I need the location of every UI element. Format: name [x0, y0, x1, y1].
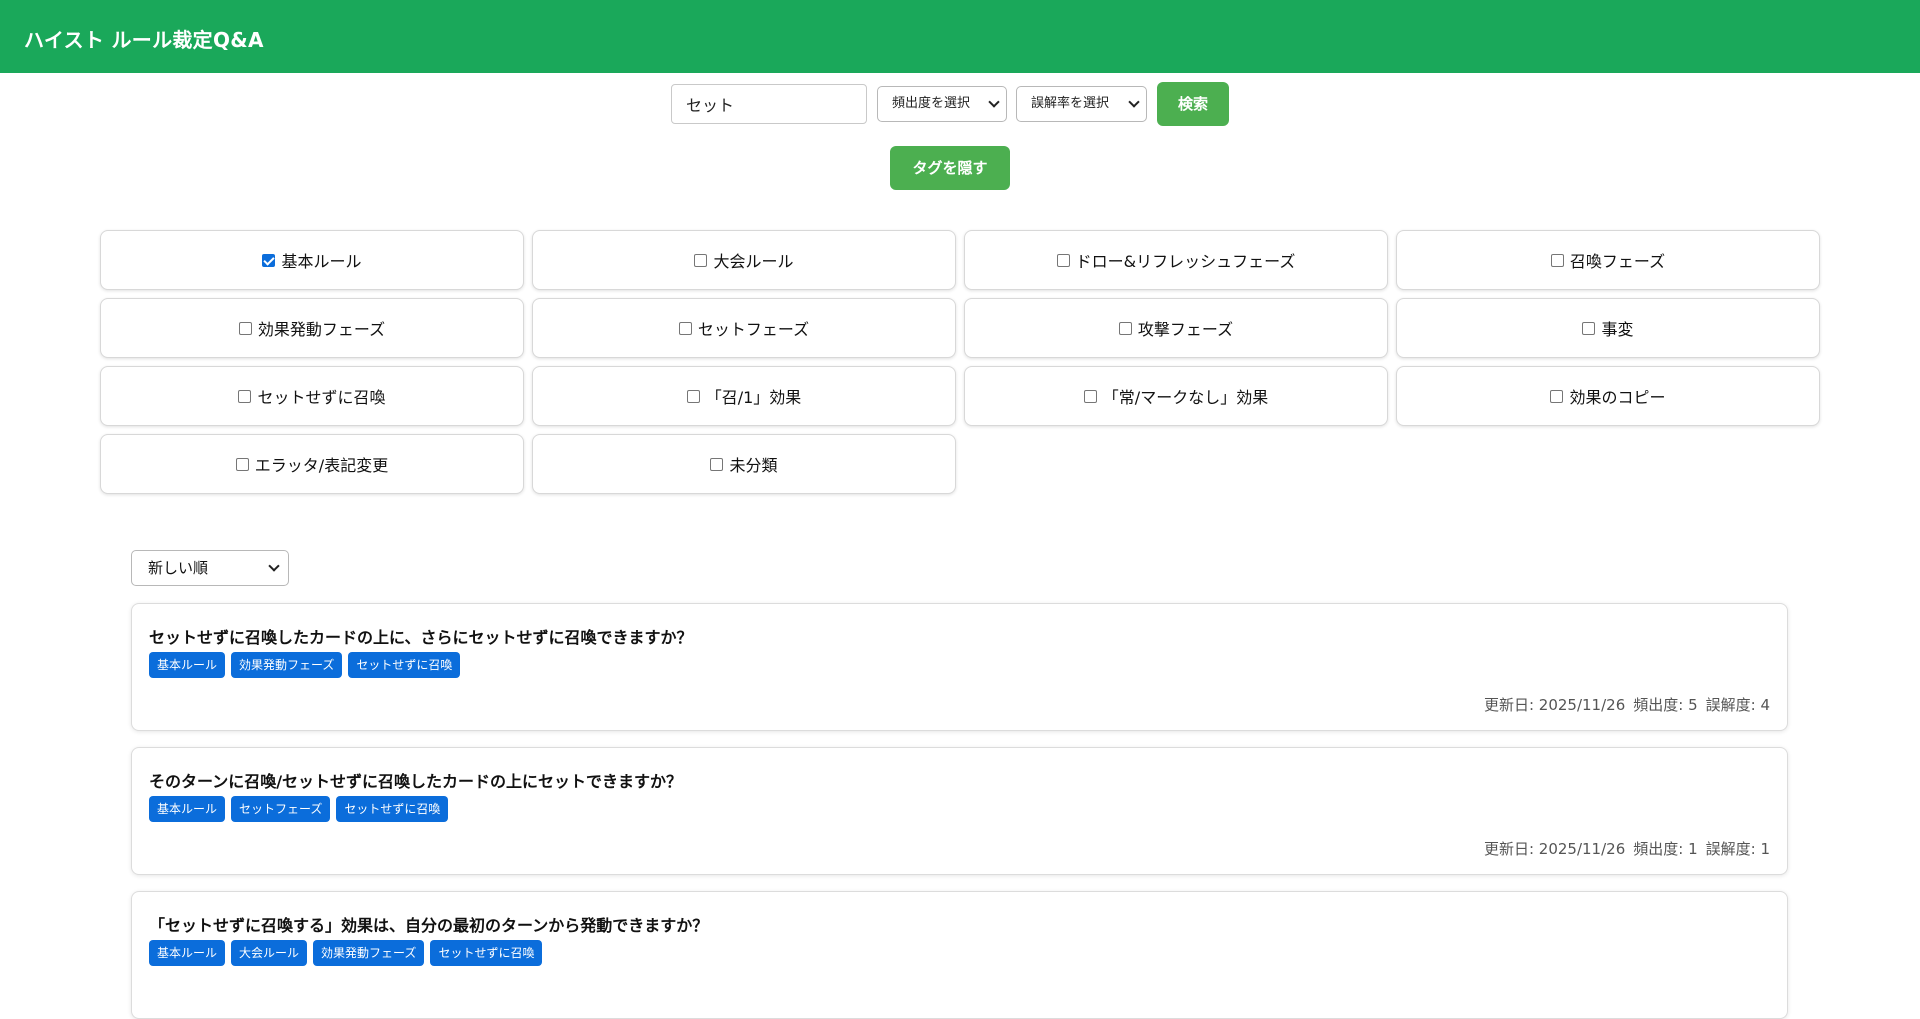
tag-pill[interactable]: 基本ルール [149, 940, 226, 966]
page-title: ハイスト ルール裁定Q&A [24, 28, 264, 52]
tag-filter[interactable]: 効果発動フェーズ [100, 298, 524, 358]
tag-pill[interactable]: 大会ルール [231, 940, 308, 966]
chevron-down-icon [1128, 96, 1140, 108]
tag-filter[interactable]: ドロー&リフレッシュフェーズ [964, 230, 1388, 290]
tag-pill[interactable]: 基本ルール [149, 652, 226, 678]
tag-filter-label: ドロー&リフレッシュフェーズ [1075, 252, 1296, 271]
tag-filter-label: 事変 [1601, 320, 1634, 339]
tag-filter-label: 未分類 [729, 456, 778, 475]
tag-filter-label: 攻撃フェーズ [1137, 320, 1234, 339]
hide-tags-button[interactable]: タグを隠す [890, 146, 1010, 190]
tag-filter-label: 「召/1」効果 [705, 388, 802, 407]
updated-date: 更新日: 2025/11/26 [1483, 696, 1626, 714]
checkbox[interactable] [1550, 253, 1564, 267]
frequency-select[interactable]: 頻出度を選択 [877, 86, 1007, 122]
qa-question: セットせずに召喚したカードの上に、さらにセットせずに召喚できますか？ [149, 628, 693, 647]
checkbox[interactable] [238, 321, 252, 335]
misread-select-value: 誤解率を選択 [1031, 96, 1110, 111]
tag-filter-label: 効果発動フェーズ [257, 320, 386, 339]
tag-filter[interactable]: 「召/1」効果 [532, 366, 956, 426]
search-input[interactable] [671, 84, 867, 124]
tag-filter[interactable]: 効果のコピー [1396, 366, 1820, 426]
chevron-down-icon [988, 96, 1000, 108]
tag-filter[interactable]: 基本ルール [100, 230, 524, 290]
checkbox[interactable] [678, 321, 692, 335]
qa-card[interactable]: そのターンに召喚/セットせずに召喚したカードの上にセットできますか？ 基本ルール… [131, 747, 1788, 875]
sort-select-value: 新しい順 [148, 559, 209, 577]
frequency-value: 頻出度: 5 [1633, 696, 1698, 714]
tag-pill[interactable]: セットせずに召喚 [336, 796, 449, 822]
tag-pill[interactable]: 基本ルール [149, 796, 226, 822]
sort-select[interactable]: 新しい順 [131, 550, 289, 586]
tag-filter[interactable]: 事変 [1396, 298, 1820, 358]
frequency-select-value: 頻出度を選択 [892, 96, 971, 111]
tag-pill[interactable]: セットフェーズ [231, 796, 331, 822]
misread-select[interactable]: 誤解率を選択 [1016, 86, 1147, 122]
checkbox[interactable] [1083, 389, 1097, 403]
tag-filter[interactable]: セットせずに召喚 [100, 366, 524, 426]
qa-tag-list: 基本ルール 効果発動フェーズ セットせずに召喚 [149, 652, 461, 678]
qa-tag-list: 基本ルール セットフェーズ セットせずに召喚 [149, 796, 449, 822]
tag-pill[interactable]: セットせずに召喚 [430, 940, 543, 966]
qa-meta: 更新日: 2025/11/26 頻出度: 5 誤解度: 4 [1484, 694, 1770, 715]
qa-meta: 更新日: 2025/11/26 頻出度: 1 誤解度: 1 [1484, 838, 1770, 859]
qa-card[interactable]: セットせずに召喚したカードの上に、さらにセットせずに召喚できますか？ 基本ルール… [131, 603, 1788, 731]
tag-filter[interactable]: セットフェーズ [532, 298, 956, 358]
tag-filter-label: 効果のコピー [1569, 388, 1666, 407]
misread-value: 誤解度: 4 [1705, 696, 1770, 714]
checkbox[interactable] [238, 389, 252, 403]
qa-question: そのターンに召喚/セットせずに召喚したカードの上にセットできますか？ [149, 772, 683, 791]
tag-filter-label: セットフェーズ [697, 320, 810, 339]
tag-filter-label: 召喚フェーズ [1569, 252, 1666, 271]
checkbox[interactable] [1056, 253, 1070, 267]
updated-date: 更新日: 2025/11/26 [1483, 840, 1626, 858]
tag-filter[interactable]: 未分類 [532, 434, 956, 494]
tag-filter[interactable]: 攻撃フェーズ [964, 298, 1388, 358]
checkbox[interactable] [694, 253, 708, 267]
tag-filter-label: 「常/マークなし」効果 [1102, 388, 1269, 407]
qa-tag-list: 基本ルール 大会ルール 効果発動フェーズ セットせずに召喚 [149, 940, 543, 966]
tag-filter-label: 大会ルール [713, 252, 794, 271]
search-button[interactable]: 検索 [1157, 82, 1229, 126]
misread-value: 誤解度: 1 [1705, 840, 1770, 858]
checkbox[interactable] [235, 457, 249, 471]
frequency-value: 頻出度: 1 [1633, 840, 1698, 858]
checkbox-checked[interactable] [262, 253, 276, 267]
qa-question: 「セットせずに召喚する」効果は、自分の最初のターンから発動できますか？ [149, 916, 709, 935]
tag-filter[interactable]: 大会ルール [532, 230, 956, 290]
checkbox[interactable] [686, 389, 700, 403]
chevron-down-icon [268, 560, 280, 572]
tag-filter[interactable]: 召喚フェーズ [1396, 230, 1820, 290]
tag-pill[interactable]: 効果発動フェーズ [313, 940, 425, 966]
app-header: ハイスト ルール裁定Q&A [0, 0, 1920, 73]
checkbox[interactable] [1550, 389, 1564, 403]
tag-pill[interactable]: セットせずに召喚 [348, 652, 461, 678]
tag-filter-label: 基本ルール [281, 252, 362, 271]
qa-card[interactable]: 「セットせずに召喚する」効果は、自分の最初のターンから発動できますか？ 基本ルー… [131, 891, 1788, 1019]
tag-pill[interactable]: 効果発動フェーズ [231, 652, 343, 678]
tag-filter-label: セットせずに召喚 [257, 388, 386, 407]
tag-filter[interactable]: 「常/マークなし」効果 [964, 366, 1388, 426]
checkbox[interactable] [1118, 321, 1132, 335]
tag-filter[interactable]: エラッタ/表記変更 [100, 434, 524, 494]
tag-filter-label: エラッタ/表記変更 [254, 456, 389, 475]
checkbox[interactable] [710, 457, 724, 471]
checkbox[interactable] [1582, 321, 1596, 335]
